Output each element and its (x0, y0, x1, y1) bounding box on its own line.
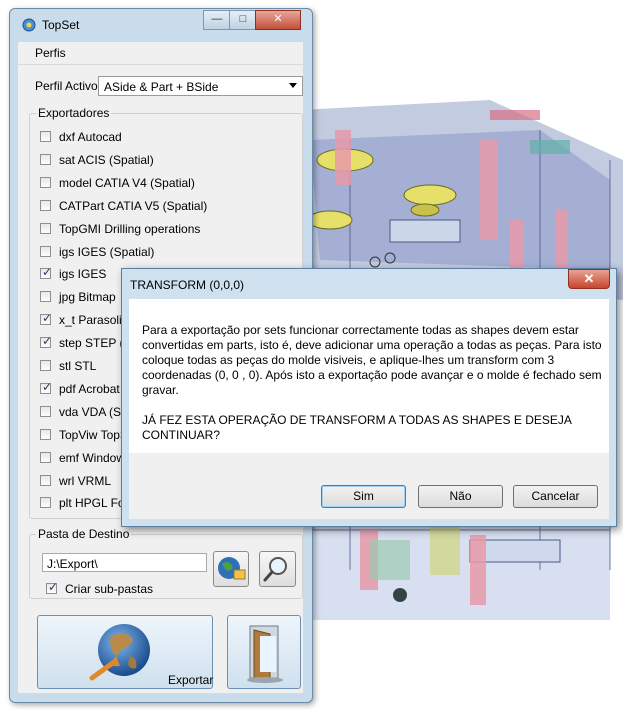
cancel-button[interactable]: Cancelar (513, 485, 598, 508)
exporter-checkbox-box (40, 428, 51, 440)
globe-export-icon (89, 624, 150, 681)
exporter-checkbox-box (40, 245, 51, 257)
profile-select[interactable]: ASide & Part + BSide (98, 76, 303, 96)
dialog-message: Para a exportação por sets funcionar cor… (142, 323, 602, 443)
menu-bar: Perfis (18, 42, 303, 65)
exporter-checkbox-box (40, 199, 51, 211)
close-button[interactable]: ✕ (255, 10, 301, 30)
exporter-checkbox-box: ✓ (40, 379, 53, 394)
yes-button[interactable]: Sim (321, 485, 406, 508)
exporter-label: TopViw TopS (59, 427, 128, 442)
window-title: TopSet (42, 18, 80, 32)
exporter-checkbox-box: ✓ (40, 311, 53, 326)
profile-select-value: ASide & Part + BSide (104, 80, 219, 94)
dialog-footer: Sim Não Cancelar (129, 453, 609, 519)
exporter-label: wrl VRML (59, 473, 112, 488)
dialog-message-text: Para a exportação por sets funcionar cor… (142, 323, 602, 397)
globe-folder-icon (218, 557, 246, 580)
exporter-label: igs IGES (59, 267, 107, 282)
dialog-question-text: JÁ FEZ ESTA OPERAÇÃO DE TRANSFORM A TODA… (142, 413, 572, 442)
subfolders-label: Criar sub-pastas (65, 582, 154, 596)
exporter-label: jpg Bitmap (59, 290, 116, 305)
exporters-title: Exportadores (36, 106, 112, 120)
exporter-checkbox-box (40, 153, 51, 165)
dialog-body: Para a exportação por sets funcionar cor… (129, 299, 609, 453)
exporter-label: plt HPGL For (59, 496, 129, 511)
search-button[interactable] (259, 551, 296, 587)
magnifier-icon (263, 557, 287, 582)
subfolders-checkbox-box: ✓ (46, 580, 59, 594)
exporter-label: sat ACIS (Spatial) (59, 152, 154, 167)
check-icon: ✓ (48, 580, 59, 594)
exporter-label: pdf Acrobat F (59, 381, 131, 396)
export-label: Exportar (168, 673, 214, 687)
exporter-checkbox-box: ✓ (40, 265, 53, 280)
destination-path-value: J:\Export\ (47, 557, 98, 571)
minimize-button[interactable]: — (203, 10, 231, 30)
exporter-checkbox-box (40, 360, 51, 371)
maximize-button[interactable]: □ (229, 10, 257, 30)
chevron-down-icon (289, 83, 297, 88)
check-icon: ✓ (42, 334, 53, 349)
profile-label: Perfil Activo: (35, 79, 102, 93)
exporter-checkbox-box (40, 222, 51, 234)
browse-folder-button[interactable] (213, 551, 249, 587)
exporter-checkbox-box: ✓ (40, 334, 53, 349)
export-button[interactable]: Exportar (37, 615, 213, 689)
destination-path-input[interactable]: J:\Export\ (42, 553, 207, 572)
exit-button[interactable] (227, 615, 301, 689)
exporter-label: model CATIA V4 (Spatial) (59, 175, 195, 190)
check-icon: ✓ (42, 379, 53, 394)
no-button[interactable]: Não (418, 485, 503, 508)
destination-title: Pasta de Destino (36, 527, 132, 541)
door-exit-icon (247, 625, 283, 683)
title-bar[interactable]: TopSet — □ ✕ (10, 9, 312, 39)
exporter-checkbox-box (40, 405, 51, 417)
exporter-checkbox-box (40, 291, 51, 303)
exporter-checkbox-box (40, 451, 51, 463)
check-icon: ✓ (42, 311, 53, 326)
exporter-checkbox-box (40, 497, 51, 509)
exporter-label: stl STL (59, 359, 97, 373)
exporter-label: dxf Autocad (59, 130, 122, 144)
exporter-checkbox-box (40, 176, 51, 188)
transform-dialog: TRANSFORM (0,0,0) ✕ Para a exportação po… (121, 268, 617, 527)
exporter-label: x_t Parasolid (59, 313, 129, 328)
exporter-label: igs IGES (Spatial) (59, 244, 155, 259)
menu-perfis[interactable]: Perfis (35, 46, 66, 60)
exporter-label: CATPart CATIA V5 (Spatial) (59, 198, 208, 213)
exporter-checkbox-box (40, 131, 51, 142)
app-icon (22, 18, 36, 32)
exporter-checkbox-box (40, 474, 51, 486)
check-icon: ✓ (42, 265, 53, 280)
dialog-close-button[interactable]: ✕ (568, 269, 610, 289)
dialog-title: TRANSFORM (0,0,0) (130, 278, 245, 292)
exporter-label: TopGMI Drilling operations (59, 221, 201, 236)
